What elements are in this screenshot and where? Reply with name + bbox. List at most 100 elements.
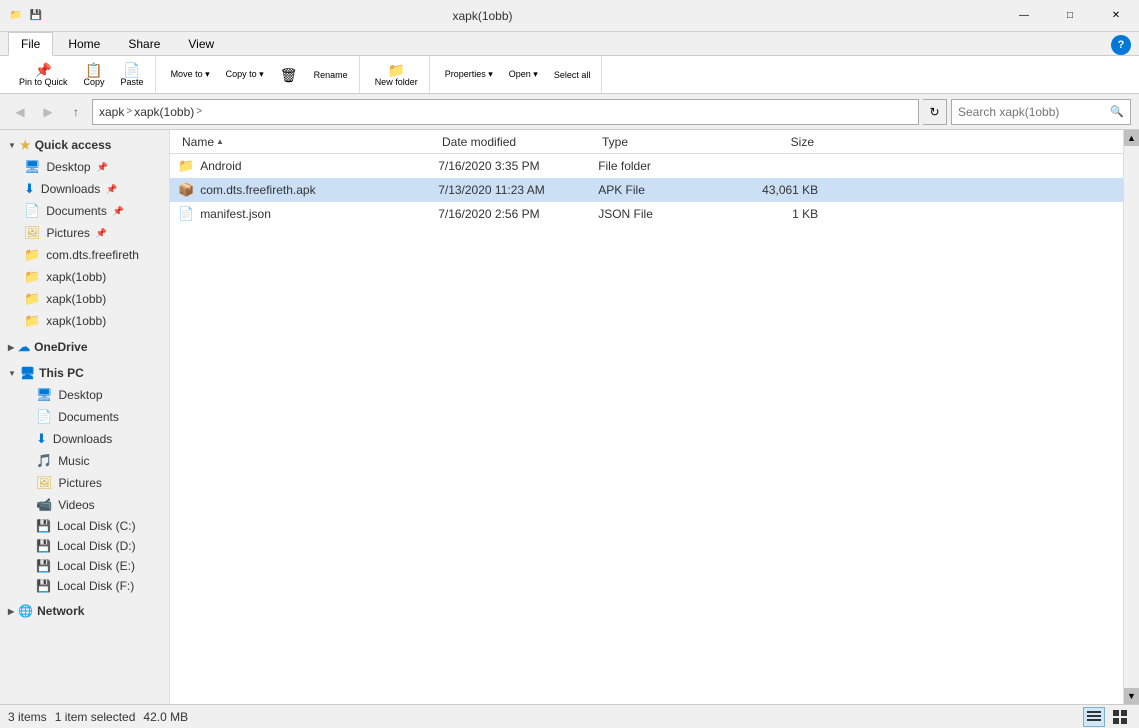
ribbon-toolbar: 📌 Pin to Quick 📋 Copy 📄 Paste Move to ▾ … [0,56,1139,94]
up-button[interactable]: ↑ [64,100,88,124]
sidebar-item-xapk2[interactable]: 📁 xapk(1obb) [0,288,169,310]
onedrive-arrow: ▶ [8,343,14,352]
copy-button[interactable]: 📋 Copy [77,59,112,91]
file-row-android[interactable]: 📁 Android 7/16/2020 3:35 PM File folder [170,154,1123,178]
breadcrumb-xapk: xapk [99,105,124,119]
sidebar-network-header[interactable]: ▶ 🌐 Network [0,600,169,622]
pictures-pc-icon: 🖼 [36,475,53,491]
maximize-button[interactable]: □ [1047,0,1093,32]
details-view-button[interactable] [1083,707,1105,727]
search-input[interactable] [958,105,1110,119]
sidebar-item-local-e[interactable]: 💾 Local Disk (E:) [0,556,169,576]
file-list: 📁 Android 7/16/2020 3:35 PM File folder … [170,154,1123,704]
sidebar-item-local-f[interactable]: 💾 Local Disk (F:) [0,576,169,596]
pictures-pc-label: Pictures [59,476,102,490]
xapk3-label: xapk(1obb) [46,314,106,328]
thispc-label: This PC [39,366,84,380]
col-header-name[interactable]: Name ▲ [178,133,438,151]
col-header-size[interactable]: Size [718,133,818,151]
scroll-down-btn[interactable]: ▼ [1124,688,1139,704]
desktop-pc-label: Desktop [59,388,103,402]
scroll-track [1124,146,1139,688]
xapk1-label: xapk(1obb) [46,270,106,284]
sidebar-item-downloads-qa[interactable]: ⬇ Downloads 📌 [0,178,169,200]
documents-pin-icon: 📌 [113,206,124,217]
new-folder-button[interactable]: 📁 New folder [368,59,425,91]
tab-view[interactable]: View [175,32,227,55]
file-row-apk[interactable]: 📦 com.dts.freefireth.apk 7/13/2020 11:23… [170,178,1123,202]
music-pc-icon: 🎵 [36,453,52,469]
open-button[interactable]: Open ▾ [502,59,545,91]
sidebar-item-freefireth[interactable]: 📁 com.dts.freefireth [0,244,169,266]
paste-icon: 📄 [123,63,140,77]
tab-share[interactable]: Share [115,32,173,55]
sidebar-item-downloads-pc[interactable]: ⬇ Downloads [0,428,169,450]
paste-button[interactable]: 📄 Paste [114,59,151,91]
sidebar-onedrive-section: ▶ ☁ OneDrive [0,336,169,358]
drive-f-icon: 💾 [36,579,51,593]
sidebar-quick-access-header[interactable]: ▼ ★ Quick access [0,134,169,156]
sidebar-item-music-pc[interactable]: 🎵 Music [0,450,169,472]
file-row-json[interactable]: 📄 manifest.json 7/16/2020 2:56 PM JSON F… [170,202,1123,226]
downloads-pin-icon: 📌 [106,184,117,195]
sidebar-item-xapk1[interactable]: 📁 xapk(1obb) [0,266,169,288]
apk-size: 43,061 KB [718,183,818,197]
sidebar-item-xapk3[interactable]: 📁 xapk(1obb) [0,310,169,332]
details-view-icon [1087,710,1101,724]
scroll-up-btn[interactable]: ▲ [1124,130,1139,146]
copy-icon: 📋 [85,63,102,77]
thispc-arrow: ▼ [8,369,16,378]
address-bar-area: ◀ ▶ ↑ xapk > xapk(1obb) > ↻ 🔍 [0,94,1139,130]
desktop-qa-label: Desktop [47,160,91,174]
quick-access-arrow: ▼ [8,141,16,150]
sidebar-item-local-d[interactable]: 💾 Local Disk (D:) [0,536,169,556]
sidebar-item-pictures-qa[interactable]: 🖼 Pictures 📌 [0,222,169,244]
close-button[interactable]: ✕ [1093,0,1139,32]
sidebar-thispc-header[interactable]: ▼ 🖥 This PC [0,362,169,384]
apk-date: 7/13/2020 11:23 AM [438,183,598,197]
vertical-scrollbar[interactable]: ▲ ▼ [1123,130,1139,704]
sidebar-item-documents-pc[interactable]: 📄 Documents [0,406,169,428]
sidebar-item-documents-qa[interactable]: 📄 Documents 📌 [0,200,169,222]
sidebar-item-videos-pc[interactable]: 📹 Videos [0,494,169,516]
sort-arrow-icon: ▲ [216,137,224,146]
sidebar-thispc-section: ▼ 🖥 This PC 🖥 Desktop 📄 Documents ⬇ Down… [0,362,169,596]
downloads-pc-icon: ⬇ [36,431,47,447]
forward-button[interactable]: ▶ [36,100,60,124]
pin-quick-access-button[interactable]: 📌 Pin to Quick [12,59,75,91]
sidebar-item-pictures-pc[interactable]: 🖼 Pictures [0,472,169,494]
item-count: 3 items [8,710,47,724]
sidebar-quick-access-section: ▼ ★ Quick access 🖥 Desktop 📌 ⬇ Downloads… [0,134,169,332]
copy-to-button[interactable]: Copy to ▾ [219,59,271,91]
sidebar-item-local-c[interactable]: 💾 Local Disk (C:) [0,516,169,536]
tab-file[interactable]: File [8,32,53,56]
downloads-pc-label: Downloads [53,432,112,446]
refresh-button[interactable]: ↻ [923,99,947,125]
sidebar-item-desktop-pc[interactable]: 🖥 Desktop [0,384,169,406]
sidebar-item-desktop-qa[interactable]: 🖥 Desktop 📌 [0,156,169,178]
move-to-button[interactable]: Move to ▾ [164,59,217,91]
delete-icon: 🗑 [280,68,298,82]
copy-label: Copy [84,77,105,87]
search-box[interactable]: 🔍 [951,99,1131,125]
minimize-button[interactable]: — [1001,0,1047,32]
address-box[interactable]: xapk > xapk(1obb) > [92,99,919,125]
desktop-pc-icon: 🖥 [36,387,53,403]
back-button[interactable]: ◀ [8,100,32,124]
sidebar-onedrive-header[interactable]: ▶ ☁ OneDrive [0,336,169,358]
properties-button[interactable]: Properties ▾ [438,59,500,91]
xapk2-label: xapk(1obb) [46,292,106,306]
large-icons-view-button[interactable] [1109,707,1131,727]
col-header-date[interactable]: Date modified [438,133,598,151]
tab-home[interactable]: Home [55,32,113,55]
select-all-button[interactable]: Select all [547,59,598,91]
delete-button[interactable]: 🗑 [273,59,305,91]
documents-folder-icon-qa: 📄 [24,203,40,219]
quick-access-star-icon: ★ [20,138,31,152]
window-title: xapk(1obb) [0,9,1001,23]
local-e-label: Local Disk (E:) [57,559,135,573]
col-header-type[interactable]: Type [598,133,718,151]
pin-icon: 📌 [35,63,52,77]
rename-button[interactable]: Rename [307,59,355,91]
help-button[interactable]: ? [1111,35,1131,55]
